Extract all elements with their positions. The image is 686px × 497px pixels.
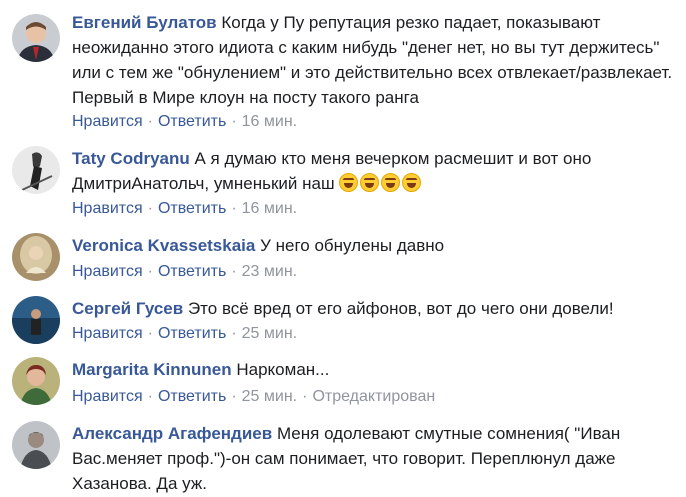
separator: · (147, 325, 153, 342)
separator: · (231, 113, 237, 130)
timestamp[interactable]: 25 мин. (242, 325, 297, 342)
comment-text: Это всё вред от его айфонов, вот до чего… (187, 299, 614, 318)
separator: · (231, 263, 237, 280)
comment-author[interactable]: Veronica Kvassetskaia (72, 236, 255, 255)
comment-author[interactable]: Margarita Kinnunen (72, 360, 232, 379)
comment-body: Александр Агафендиев Меня одолевают смут… (72, 421, 680, 496)
avatar[interactable] (12, 296, 60, 344)
comment-actions: Нравится · Ответить · 16 мин. (72, 111, 297, 133)
comment-body: Taty Codryanu А я думаю кто меня вечерко… (72, 146, 680, 196)
separator: · (147, 388, 153, 405)
avatar[interactable] (12, 357, 60, 405)
reply-button[interactable]: Ответить (158, 200, 226, 217)
like-button[interactable]: Нравится (72, 200, 143, 217)
comment-author[interactable]: Александр Агафендиев (72, 424, 272, 443)
reply-button[interactable]: Ответить (158, 263, 226, 280)
comment-text: У него обнулены давно (260, 236, 445, 255)
separator: · (147, 263, 153, 280)
comment-body: Margarita Kinnunen Наркоман... (72, 357, 680, 382)
timestamp[interactable]: 25 мин. (242, 388, 297, 405)
emoji-group (339, 173, 423, 193)
rofl-emoji-icon (360, 173, 380, 192)
separator: · (147, 113, 153, 130)
comment-body: Veronica Kvassetskaia У него обнулены да… (72, 233, 680, 258)
reply-button[interactable]: Ответить (158, 113, 226, 130)
reply-button[interactable]: Ответить (158, 388, 226, 405)
like-button[interactable]: Нравится (72, 263, 143, 280)
comment-text: Наркоман... (236, 360, 330, 379)
avatar[interactable] (12, 146, 60, 194)
separator: · (231, 200, 237, 217)
timestamp[interactable]: 23 мин. (242, 263, 297, 280)
comment-author[interactable]: Taty Codryanu (72, 149, 190, 168)
timestamp[interactable]: 16 мин. (242, 113, 297, 130)
rofl-emoji-icon (339, 173, 359, 192)
avatar[interactable] (12, 14, 60, 62)
comment-body: Сергей Гусев Это всё вред от его айфонов… (72, 296, 680, 321)
rofl-emoji-icon (381, 173, 401, 192)
reply-button[interactable]: Ответить (158, 325, 226, 342)
like-button[interactable]: Нравится (72, 388, 143, 405)
comment-author[interactable]: Сергей Гусев (72, 299, 183, 318)
edited-label[interactable]: Отредактирован (312, 388, 435, 405)
rofl-emoji-icon (402, 173, 422, 192)
separator: · (302, 388, 308, 405)
like-button[interactable]: Нравится (72, 325, 143, 342)
avatar[interactable] (12, 233, 60, 281)
comment-actions: Нравится · Ответить · 25 мин. · Отредактирован (72, 386, 435, 408)
avatar[interactable] (12, 421, 60, 469)
comment-actions: Нравится · Ответить · 23 мин. (72, 261, 297, 283)
like-button[interactable]: Нравится (72, 113, 143, 130)
separator: · (147, 200, 153, 217)
comment-body: Евгений Булатов Когда у Пу репутация рез… (72, 10, 680, 110)
comment-actions: Нравится · Ответить · 16 мин. (72, 198, 297, 220)
timestamp[interactable]: 16 мин. (242, 200, 297, 217)
comment-author[interactable]: Евгений Булатов (72, 13, 217, 32)
comment-actions: Нравится · Ответить · 25 мин. (72, 323, 297, 345)
separator: · (231, 388, 237, 405)
separator: · (231, 325, 237, 342)
